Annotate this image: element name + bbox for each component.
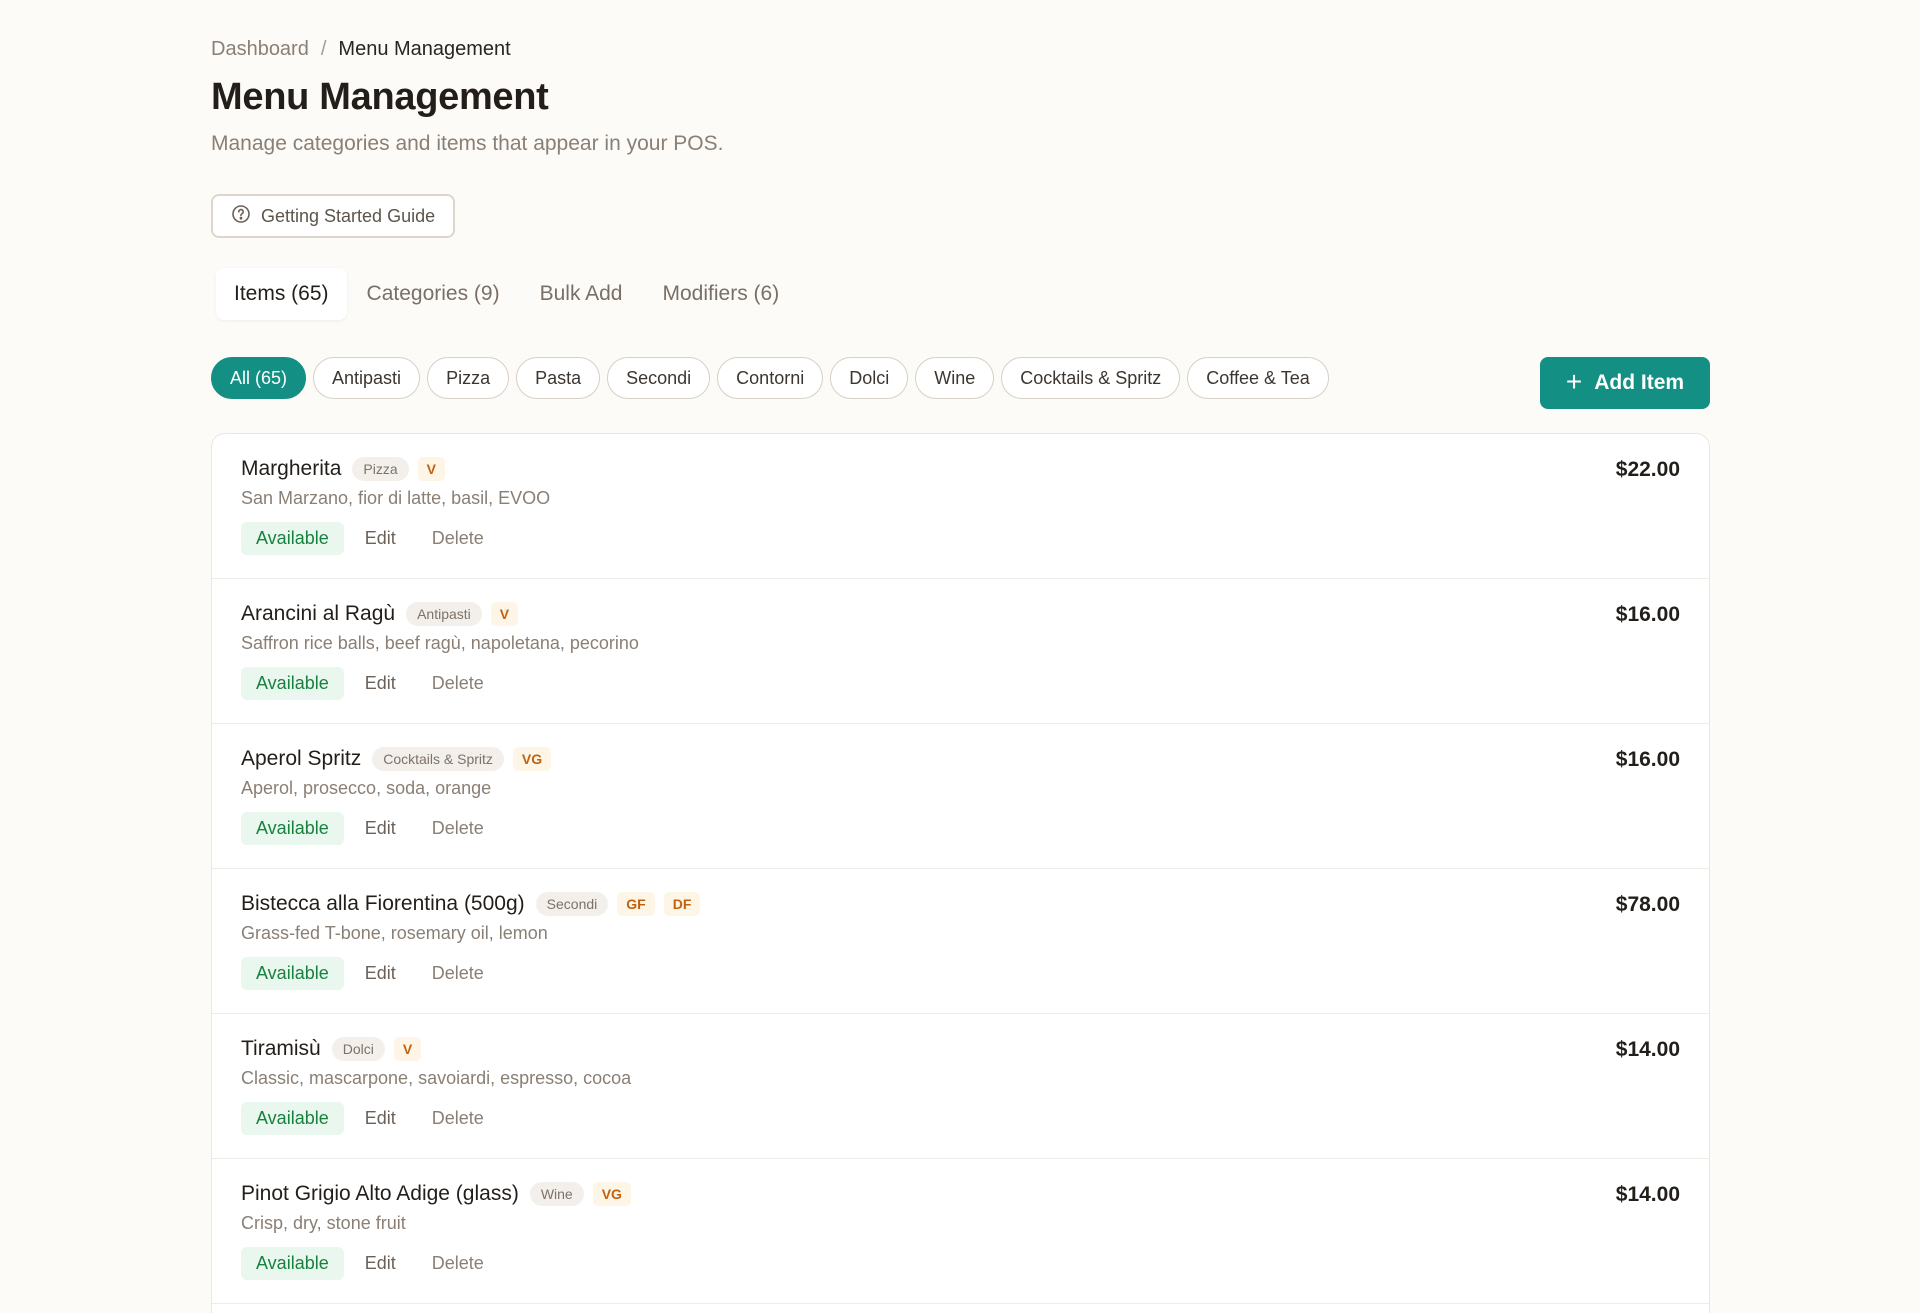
item-name: Aperol Spritz (241, 747, 362, 770)
guide-button-label: Getting Started Guide (261, 205, 436, 226)
page-subtitle: Manage categories and items that appear … (211, 132, 724, 155)
page-title: Menu Management (211, 76, 549, 118)
item-name: Tiramisù (241, 1037, 321, 1060)
item-name: Margherita (241, 457, 342, 480)
menu-item-row: Aperol Spritz Cocktails & Spritz VG Aper… (212, 724, 1709, 869)
edit-button[interactable]: Edit (350, 957, 411, 990)
filter-chip-all[interactable]: All (65) (211, 357, 307, 399)
help-circle-icon (231, 204, 251, 229)
tab-categories[interactable]: Categories (9) (347, 268, 520, 320)
add-item-button[interactable]: + Add Item (1540, 357, 1710, 409)
breadcrumb-current: Menu Management (338, 38, 511, 60)
item-price: $78.00 (1615, 893, 1680, 916)
item-name: Pinot Grigio Alto Adige (glass) (241, 1182, 519, 1205)
edit-button[interactable]: Edit (350, 812, 411, 845)
getting-started-guide-button[interactable]: Getting Started Guide (211, 194, 456, 238)
dietary-badge: GF (617, 892, 655, 916)
availability-toggle[interactable]: Available (241, 667, 344, 700)
menu-item-row: Tiramisù Dolci V Classic, mascarpone, sa… (212, 1014, 1709, 1159)
tab-bulk-add[interactable]: Bulk Add (520, 268, 643, 320)
delete-button[interactable]: Delete (417, 957, 499, 990)
dietary-badge: VG (512, 747, 552, 771)
category-badge: Cocktails & Spritz (372, 747, 504, 771)
availability-toggle[interactable]: Available (241, 522, 344, 555)
item-name: Bistecca alla Fiorentina (500g) (241, 892, 525, 915)
category-badge: Secondi (535, 892, 609, 916)
item-description: Classic, mascarpone, savoiardi, espresso… (241, 1068, 632, 1088)
filter-chip-cocktails-spritz[interactable]: Cocktails & Spritz (1001, 357, 1181, 399)
dietary-badge: VG (592, 1182, 631, 1206)
add-item-label: Add Item (1594, 371, 1685, 394)
item-price: $22.00 (1615, 458, 1680, 481)
category-badge: Antipasti (406, 602, 482, 626)
availability-toggle[interactable]: Available (241, 812, 344, 845)
category-badge: Pizza (352, 457, 409, 481)
filter-chip-secondi[interactable]: Secondi (607, 357, 711, 399)
category-filter-chips: All (65) Antipasti Pizza Pasta Secondi C… (211, 357, 1329, 399)
item-description: Aperol, prosecco, soda, orange (241, 778, 492, 798)
category-badge: Dolci (331, 1037, 385, 1061)
filter-chip-pasta[interactable]: Pasta (516, 357, 601, 399)
breadcrumb: Dashboard / Menu Management (211, 38, 511, 61)
tab-modifiers[interactable]: Modifiers (6) (643, 268, 800, 320)
category-badge: Wine (529, 1182, 584, 1206)
delete-button[interactable]: Delete (417, 1102, 499, 1135)
dietary-badge: V (417, 457, 445, 481)
edit-button[interactable]: Edit (350, 667, 411, 700)
breadcrumb-separator: / (320, 38, 327, 60)
menu-tabs: Items (65) Categories (9) Bulk Add Modif… (216, 268, 799, 320)
menu-item-row: Arancini al Ragù Antipasti V Saffron ric… (212, 579, 1709, 724)
item-description: Saffron rice balls, beef ragù, napoletan… (241, 633, 639, 653)
item-description: San Marzano, fior di latte, basil, EVOO (241, 488, 551, 508)
delete-button[interactable]: Delete (417, 522, 499, 555)
item-description: Crisp, dry, stone fruit (241, 1213, 406, 1233)
dietary-badge: DF (663, 892, 701, 916)
item-price: $16.00 (1615, 603, 1680, 626)
availability-toggle[interactable]: Available (241, 957, 344, 990)
delete-button[interactable]: Delete (417, 812, 499, 845)
plus-icon: + (1565, 366, 1583, 397)
filter-chip-coffee-tea[interactable]: Coffee & Tea (1187, 357, 1329, 399)
edit-button[interactable]: Edit (350, 1247, 411, 1280)
filter-chip-wine[interactable]: Wine (915, 357, 995, 399)
dietary-badge: V (490, 602, 519, 626)
edit-button[interactable]: Edit (350, 1102, 411, 1135)
menu-item-row: Pinot Grigio Alto Adige (glass) Wine VG … (212, 1159, 1709, 1304)
menu-items-list: Margherita Pizza V San Marzano, fior di … (211, 433, 1710, 1313)
filter-chip-contorni[interactable]: Contorni (717, 357, 824, 399)
edit-button[interactable]: Edit (350, 522, 411, 555)
menu-item-row: Margherita Pizza V San Marzano, fior di … (212, 434, 1709, 579)
item-price: $16.00 (1615, 748, 1680, 771)
filter-chip-antipasti[interactable]: Antipasti (313, 357, 421, 399)
filter-chip-dolci[interactable]: Dolci (830, 357, 909, 399)
item-price: $14.00 (1615, 1183, 1680, 1206)
dietary-badge: V (393, 1037, 422, 1061)
item-description: Grass-fed T-bone, rosemary oil, lemon (241, 923, 548, 943)
breadcrumb-dashboard-link[interactable]: Dashboard (211, 38, 309, 61)
item-name: Arancini al Ragù (241, 602, 396, 625)
item-price: $14.00 (1615, 1038, 1680, 1061)
filter-chip-pizza[interactable]: Pizza (427, 357, 510, 399)
availability-toggle[interactable]: Available (241, 1247, 344, 1280)
menu-item-row: Bistecca alla Fiorentina (500g) Secondi … (212, 869, 1709, 1014)
delete-button[interactable]: Delete (417, 1247, 499, 1280)
tab-items[interactable]: Items (65) (216, 268, 347, 320)
delete-button[interactable]: Delete (417, 667, 499, 700)
availability-toggle[interactable]: Available (241, 1102, 344, 1135)
